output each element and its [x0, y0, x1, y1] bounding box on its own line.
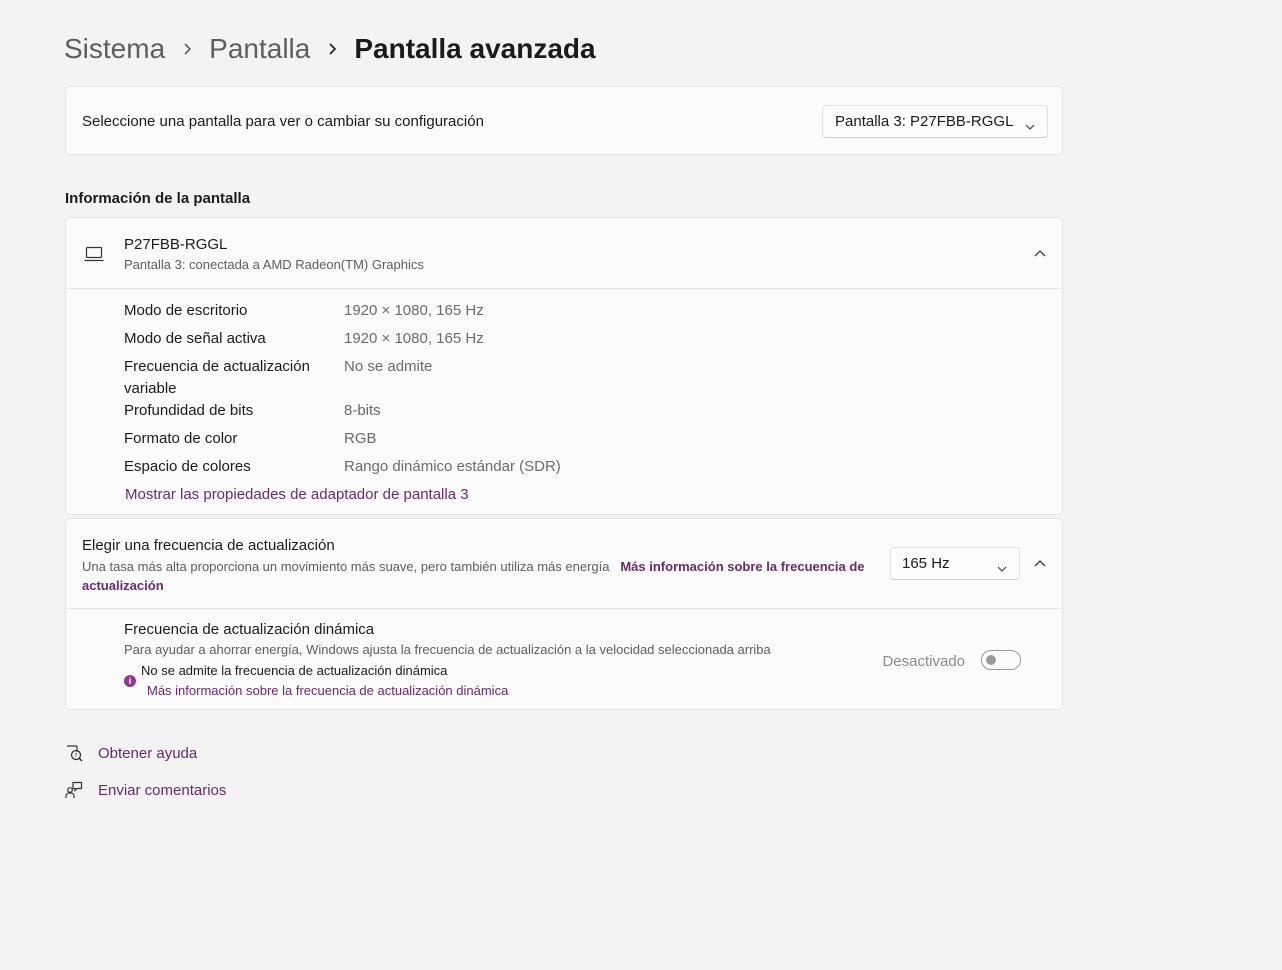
property-value: 1920 × 1080, 165 Hz — [344, 302, 484, 319]
page-title: Pantalla avanzada — [354, 33, 596, 64]
refresh-rate-desc-text: Una tasa más alta proporciona un movimie… — [82, 559, 610, 574]
breadcrumb-pantalla[interactable]: Pantalla — [209, 33, 310, 65]
property-key: Modo de señal activa — [124, 330, 266, 347]
collapse-refresh-button[interactable] — [1026, 549, 1054, 577]
dynamic-refresh-toggle-label: Desactivado — [882, 653, 965, 670]
display-info-header[interactable]: P27FBB-RGGL Pantalla 3: conectada a AMD … — [66, 218, 1062, 289]
laptop-icon — [84, 246, 104, 267]
display-select-card: Seleccione una pantalla para ver o cambi… — [65, 86, 1063, 155]
refresh-rate-description: Una tasa más alta proporciona un movimie… — [82, 557, 872, 595]
property-value: 1920 × 1080, 165 Hz — [344, 330, 484, 347]
dynamic-refresh-description: Para ayudar a ahorrar energía, Windows a… — [124, 642, 771, 657]
feedback-icon — [65, 781, 83, 804]
property-row: Profundidad de bits 8-bits — [124, 400, 561, 422]
help-icon: ? — [65, 744, 83, 767]
display-dropdown-value: Pantalla 3: P27FBB-RGGL — [835, 113, 1014, 130]
dynamic-refresh-title: Frecuencia de actualización dinámica — [124, 621, 375, 638]
refresh-rate-header: Elegir una frecuencia de actualización U… — [66, 519, 1062, 609]
display-properties: Modo de escritorio 1920 × 1080, 165 Hz M… — [124, 300, 561, 484]
property-key: Formato de color — [124, 430, 238, 447]
send-feedback-row[interactable]: Enviar comentarios — [65, 781, 226, 804]
property-value: Rango dinámico estándar (SDR) — [344, 458, 561, 475]
svg-text:?: ? — [74, 752, 77, 759]
property-key: Profundidad de bits — [124, 402, 254, 419]
refresh-rate-title: Elegir una frecuencia de actualización — [82, 537, 335, 554]
refresh-rate-card: Elegir una frecuencia de actualización U… — [65, 518, 1063, 710]
display-info-card: P27FBB-RGGL Pantalla 3: conectada a AMD … — [65, 217, 1063, 515]
property-row: Modo de escritorio 1920 × 1080, 165 Hz — [124, 300, 561, 322]
property-row: Espacio de colores Rango dinámico estánd… — [124, 456, 561, 478]
info-icon: i — [124, 675, 136, 687]
display-name: P27FBB-RGGL — [124, 236, 228, 253]
refresh-rate-dropdown[interactable]: 165 Hz — [890, 547, 1020, 580]
chevron-right-icon — [182, 42, 192, 56]
get-help-row[interactable]: ? Obtener ayuda — [65, 744, 197, 767]
breadcrumb-sistema[interactable]: Sistema — [64, 33, 165, 65]
property-value: 8-bits — [344, 402, 381, 419]
collapse-info-button[interactable] — [1026, 239, 1054, 267]
refresh-rate-value: 165 Hz — [902, 555, 950, 572]
get-help-link[interactable]: Obtener ayuda — [98, 745, 197, 762]
chevron-right-icon — [327, 42, 337, 56]
property-row: Modo de señal activa 1920 × 1080, 165 Hz — [124, 328, 561, 350]
breadcrumb: Sistema Pantalla Pantalla avanzada — [64, 28, 596, 70]
property-value: No se admite — [344, 358, 433, 375]
dynamic-refresh-warning: No se admite la frecuencia de actualizac… — [141, 663, 448, 678]
property-row: Formato de color RGB — [124, 428, 561, 450]
display-subtitle: Pantalla 3: conectada a AMD Radeon(TM) G… — [124, 257, 424, 272]
dynamic-refresh-info-link[interactable]: Más información sobre la frecuencia de a… — [147, 683, 508, 698]
property-value: RGB — [344, 430, 377, 447]
display-dropdown[interactable]: Pantalla 3: P27FBB-RGGL — [822, 105, 1048, 138]
property-key: Espacio de colores — [124, 458, 251, 475]
property-row: Frecuencia de actualización variable No … — [124, 356, 561, 400]
section-title-info: Información de la pantalla — [65, 190, 251, 207]
display-select-label: Seleccione una pantalla para ver o cambi… — [82, 113, 484, 130]
chevron-up-icon — [1034, 244, 1046, 262]
send-feedback-link[interactable]: Enviar comentarios — [98, 782, 226, 799]
chevron-down-icon — [997, 560, 1007, 577]
property-key: Modo de escritorio — [124, 302, 248, 319]
chevron-up-icon — [1034, 554, 1046, 572]
property-key: Frecuencia de actualización variable — [124, 358, 310, 397]
chevron-down-icon — [1025, 118, 1035, 135]
dynamic-refresh-toggle[interactable] — [981, 650, 1021, 670]
toggle-knob — [986, 655, 996, 665]
adapter-properties-link[interactable]: Mostrar las propiedades de adaptador de … — [125, 486, 469, 503]
